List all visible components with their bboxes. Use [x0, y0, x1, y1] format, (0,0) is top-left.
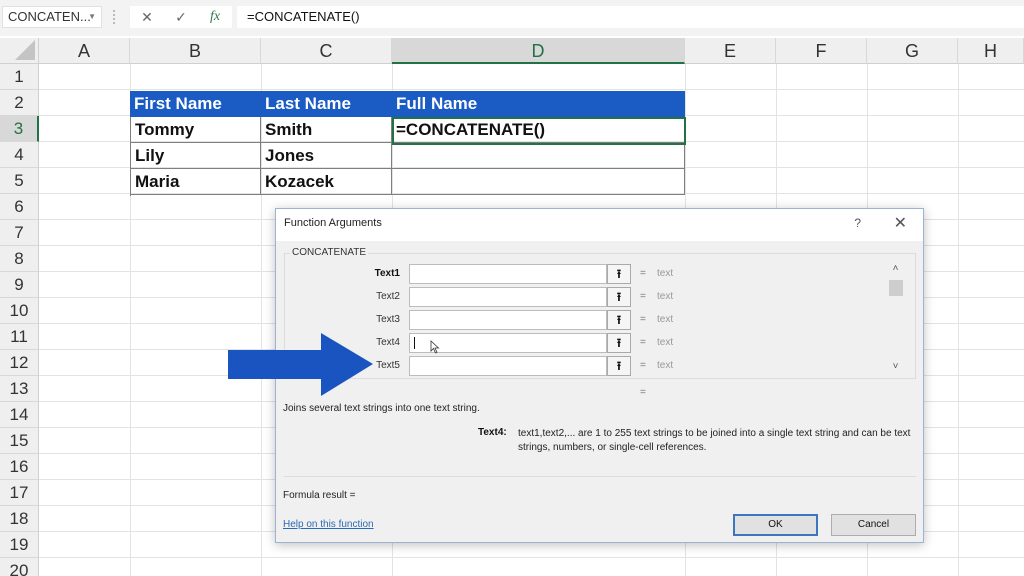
scroll-up-icon[interactable]: ˄	[887, 263, 904, 279]
column-header-b[interactable]: B	[130, 38, 261, 64]
help-on-function-link[interactable]: Help on this function	[283, 519, 374, 530]
row-header-8[interactable]: 8	[0, 246, 39, 272]
row-header-6[interactable]: 6	[0, 194, 39, 220]
text2-result: text	[657, 291, 674, 302]
text3-label: Text3	[376, 314, 400, 325]
cell-c3[interactable]: Smith	[261, 117, 392, 143]
column-header-f[interactable]: F	[776, 38, 867, 64]
formula-input[interactable]: =CONCATENATE()	[237, 6, 1024, 28]
text5-input[interactable]	[409, 356, 607, 376]
insert-function-icon[interactable]: fx	[200, 6, 230, 28]
mouse-pointer-icon	[430, 340, 440, 354]
column-header-c[interactable]: C	[261, 38, 392, 64]
cancel-icon[interactable]: ✕	[132, 6, 162, 28]
text4-result: text	[657, 337, 674, 348]
active-cell-outline	[392, 117, 686, 145]
column-header-d[interactable]: D	[392, 38, 685, 64]
header-full-name[interactable]: Full Name	[392, 91, 685, 117]
argument-help-text: text1,text2,... are 1 to 255 text string…	[518, 428, 911, 453]
select-all-triangle-icon	[15, 40, 35, 60]
grid-line	[39, 89, 1024, 90]
name-box[interactable]: CONCATEN... ▼	[2, 6, 102, 28]
argument-help-name: Text4:	[478, 427, 507, 438]
text1-input[interactable]	[409, 264, 607, 284]
text3-input[interactable]	[409, 310, 607, 330]
cell-d4[interactable]	[392, 143, 685, 169]
chevron-down-icon[interactable]: ▼	[88, 7, 96, 27]
column-header-a[interactable]: A	[39, 38, 130, 64]
select-all-button[interactable]	[0, 38, 39, 64]
row-header-1[interactable]: 1	[0, 64, 39, 90]
row-header-17[interactable]: 17	[0, 480, 39, 506]
ok-button[interactable]: OK	[733, 514, 818, 536]
text1-result: text	[657, 268, 674, 279]
row-header-2[interactable]: 2	[0, 90, 39, 116]
formula-bar: CONCATEN... ▼ ✕ ✓ fx =CONCATENATE()	[0, 0, 1024, 36]
cell-c4[interactable]: Jones	[261, 143, 392, 169]
row-header-12[interactable]: 12	[0, 350, 39, 376]
function-description: Joins several text strings into one text…	[283, 403, 480, 414]
dialog-title: Function Arguments	[284, 217, 382, 229]
text4-collapse-ref-icon[interactable]: ⭱	[607, 333, 631, 353]
text-caret	[414, 337, 415, 349]
formula-bar-grip[interactable]	[113, 10, 117, 24]
text3-result: text	[657, 314, 674, 325]
column-header-h[interactable]: H	[958, 38, 1024, 64]
row-header-15[interactable]: 15	[0, 428, 39, 454]
row-header-9[interactable]: 9	[0, 272, 39, 298]
cell-d5[interactable]	[392, 169, 685, 195]
cell-b3[interactable]: Tommy	[131, 117, 261, 143]
enter-icon[interactable]: ✓	[166, 6, 196, 28]
text1-collapse-ref-icon[interactable]: ⭱	[607, 264, 631, 284]
arguments-scrollbar[interactable]: ˄ ˅	[887, 263, 904, 377]
name-box-value: CONCATEN...	[8, 9, 91, 24]
row-header-18[interactable]: 18	[0, 506, 39, 532]
grid-line	[39, 557, 1024, 558]
text5-collapse-ref-icon[interactable]: ⭱	[607, 356, 631, 376]
text1-equals: =	[640, 268, 646, 279]
text4-equals: =	[640, 337, 646, 348]
header-first-name[interactable]: First Name	[130, 91, 261, 117]
row-header-4[interactable]: 4	[0, 142, 39, 168]
cancel-button[interactable]: Cancel	[831, 514, 916, 536]
cell-b5[interactable]: Maria	[131, 169, 261, 195]
row-header-5[interactable]: 5	[0, 168, 39, 194]
text2-equals: =	[640, 291, 646, 302]
row-header-20[interactable]: 20	[0, 558, 39, 576]
row-header-13[interactable]: 13	[0, 376, 39, 402]
text2-input[interactable]	[409, 287, 607, 307]
function-name: CONCATENATE	[290, 247, 369, 258]
text5-result: text	[657, 360, 674, 371]
help-icon[interactable]: ?	[854, 216, 861, 230]
text2-collapse-ref-icon[interactable]: ⭱	[607, 287, 631, 307]
arrow-annotation-icon	[228, 333, 373, 396]
formula-result: Formula result =	[283, 490, 356, 501]
text3-equals: =	[640, 314, 646, 325]
text3-collapse-ref-icon[interactable]: ⭱	[607, 310, 631, 330]
column-header-g[interactable]: G	[867, 38, 958, 64]
text1-label: Text1	[374, 268, 400, 279]
row-header-10[interactable]: 10	[0, 298, 39, 324]
column-header-e[interactable]: E	[685, 38, 776, 64]
row-header-7[interactable]: 7	[0, 220, 39, 246]
row-header-11[interactable]: 11	[0, 324, 39, 350]
close-icon[interactable]: ✕	[894, 213, 907, 233]
function-result-equals: =	[640, 387, 646, 398]
row-header-16[interactable]: 16	[0, 454, 39, 480]
cell-b4[interactable]: Lily	[131, 143, 261, 169]
formula-buttons: ✕ ✓ fx	[130, 6, 232, 28]
divider	[284, 476, 916, 477]
text2-label: Text2	[376, 291, 400, 302]
scroll-down-icon[interactable]: ˅	[887, 361, 904, 377]
cell-c5[interactable]: Kozacek	[261, 169, 392, 195]
header-last-name[interactable]: Last Name	[261, 91, 392, 117]
scroll-thumb[interactable]	[889, 280, 903, 296]
row-header-3[interactable]: 3	[0, 116, 39, 142]
row-header-19[interactable]: 19	[0, 532, 39, 558]
text5-equals: =	[640, 360, 646, 371]
row-header-14[interactable]: 14	[0, 402, 39, 428]
dialog-titlebar[interactable]: Function Arguments ? ✕	[276, 209, 923, 241]
